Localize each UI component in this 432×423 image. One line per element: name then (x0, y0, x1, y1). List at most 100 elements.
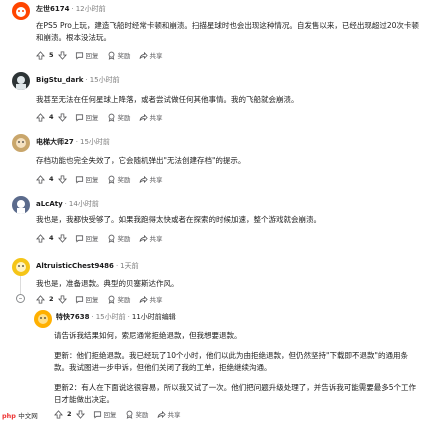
separator-dot: · (91, 313, 94, 321)
comment-body: 在PS5 Pro上玩，建造飞船时经常卡顿和崩溃。扫描星球时也会出现这种情况。自发… (36, 21, 419, 42)
avatar[interactable] (12, 134, 30, 152)
comment-header: 左世6174 · 12小时前 (36, 5, 106, 14)
edited-note: 11小时前编辑 (131, 313, 176, 321)
reply-button[interactable]: 回复 (75, 174, 99, 184)
upvote-icon[interactable] (36, 233, 45, 243)
comment-body-p3: 更新2：有人在下面说这很容易，所以我又试了一次。他们把问题升级处理了，并告诉我可… (54, 383, 417, 404)
reply-button[interactable]: 回复 (75, 233, 99, 243)
share-icon (139, 234, 148, 242)
reply-label: 回复 (85, 114, 99, 122)
reply-label: 回复 (103, 411, 117, 419)
vote-count: 4 (49, 113, 54, 121)
comment-header: 电梯大师27 · 15小时前 (36, 138, 110, 147)
downvote-icon[interactable] (57, 112, 67, 122)
award-button[interactable]: 奖励 (125, 409, 149, 419)
award-icon (108, 295, 114, 304)
upvote-icon[interactable] (36, 294, 45, 304)
share-button[interactable]: 共享 (139, 233, 163, 243)
watermark-brand: php (2, 412, 16, 420)
username[interactable]: 特快7638 (56, 313, 89, 321)
vote-group: 5 (36, 50, 67, 60)
user-avatar-icon (16, 76, 26, 90)
reply-label: 回复 (85, 235, 99, 243)
downvote-icon[interactable] (57, 294, 67, 304)
share-icon (139, 51, 148, 59)
reply-label: 回复 (85, 52, 99, 60)
watermark: php 中文网 (2, 410, 38, 420)
award-icon (108, 113, 114, 122)
vote-count: 2 (67, 410, 72, 418)
share-label: 共享 (149, 296, 163, 304)
avatar[interactable] (12, 72, 30, 90)
reply-label: 回复 (85, 176, 99, 184)
award-button[interactable]: 奖励 (107, 233, 131, 243)
comment-header: aLcAty · 14小时前 (36, 200, 99, 209)
vote-group: 4 (36, 174, 67, 184)
comment-body: 我也是，准备退款。典型的贝塞斯达作风。 (36, 279, 179, 288)
username[interactable]: aLcAty (36, 200, 63, 208)
username[interactable]: 左世6174 (36, 5, 69, 13)
award-label: 奖励 (117, 52, 131, 60)
share-icon (139, 175, 148, 183)
share-button[interactable]: 共享 (139, 174, 163, 184)
reply-button[interactable]: 回复 (75, 112, 99, 122)
comment-body: 我也是，我都快受够了。如果我跑得太快或者在探索的时候加速，整个游戏就会崩溃。 (36, 215, 321, 224)
username[interactable]: 电梯大师27 (36, 138, 74, 146)
avatar[interactable] (34, 310, 52, 328)
downvote-icon[interactable] (57, 50, 67, 60)
timestamp: 15小时前 (89, 76, 120, 84)
vote-group: 4 (36, 233, 67, 243)
vote-group: 2 (54, 409, 85, 419)
reply-button[interactable]: 回复 (93, 409, 117, 419)
avatar[interactable] (12, 2, 30, 20)
avatar[interactable] (12, 258, 30, 276)
upvote-icon[interactable] (36, 112, 45, 122)
share-button[interactable]: 共享 (139, 112, 163, 122)
share-button[interactable]: 共享 (139, 294, 163, 304)
comment-body: 存档功能也完全失效了，它会随机弹出"无法创建存档"的提示。 (36, 156, 246, 165)
comment-actions: 4 回复 奖励 共享 (36, 111, 168, 123)
award-button[interactable]: 奖励 (107, 50, 131, 60)
share-button[interactable]: 共享 (157, 409, 181, 419)
award-icon (108, 175, 114, 184)
separator-dot: · (71, 5, 74, 13)
separator-dot: · (75, 138, 78, 146)
upvote-icon[interactable] (36, 50, 45, 60)
share-icon (157, 410, 166, 418)
comment-header: 特快7638 · 15小时前 · 11小时前编辑 (56, 313, 176, 322)
comment-header: AltruisticChest9486 · 1天前 (36, 262, 139, 271)
vote-group: 4 (36, 112, 67, 122)
timestamp: 12小时前 (75, 5, 106, 13)
upvote-icon[interactable] (54, 409, 63, 419)
separator-dot: · (85, 76, 88, 84)
username[interactable]: BigStu_dark (36, 76, 83, 84)
share-label: 共享 (149, 114, 163, 122)
reply-icon (75, 51, 83, 59)
comment-body: 我甚至无法在任何星球上降落，或者尝试做任何其他事情。我的飞船就会崩溃。 (36, 95, 299, 104)
upvote-icon[interactable] (36, 174, 45, 184)
award-button[interactable]: 奖励 (107, 174, 131, 184)
timestamp: 14小时前 (68, 200, 99, 208)
award-button[interactable]: 奖励 (107, 112, 131, 122)
reply-button[interactable]: 回复 (75, 294, 99, 304)
award-button[interactable]: 奖励 (107, 294, 131, 304)
vote-group: 2 (36, 294, 67, 304)
downvote-icon[interactable] (57, 174, 67, 184)
comment-actions: 2 回复 奖励 共享 (54, 408, 186, 420)
share-label: 共享 (149, 52, 163, 60)
username[interactable]: AltruisticChest9486 (36, 262, 114, 270)
reply-button[interactable]: 回复 (75, 50, 99, 60)
share-button[interactable]: 共享 (139, 50, 163, 60)
downvote-icon[interactable] (57, 233, 67, 243)
collapse-thread-button[interactable]: – (16, 294, 25, 303)
comment-header: BigStu_dark · 15小时前 (36, 76, 120, 85)
downvote-icon[interactable] (75, 409, 85, 419)
avatar[interactable] (12, 196, 30, 214)
thread-line[interactable] (20, 274, 21, 294)
award-icon (108, 234, 114, 243)
user-avatar-icon (16, 7, 26, 17)
user-avatar-icon (16, 262, 26, 272)
user-avatar-icon (38, 314, 48, 324)
reply-icon (75, 295, 83, 303)
vote-count: 4 (49, 175, 54, 183)
